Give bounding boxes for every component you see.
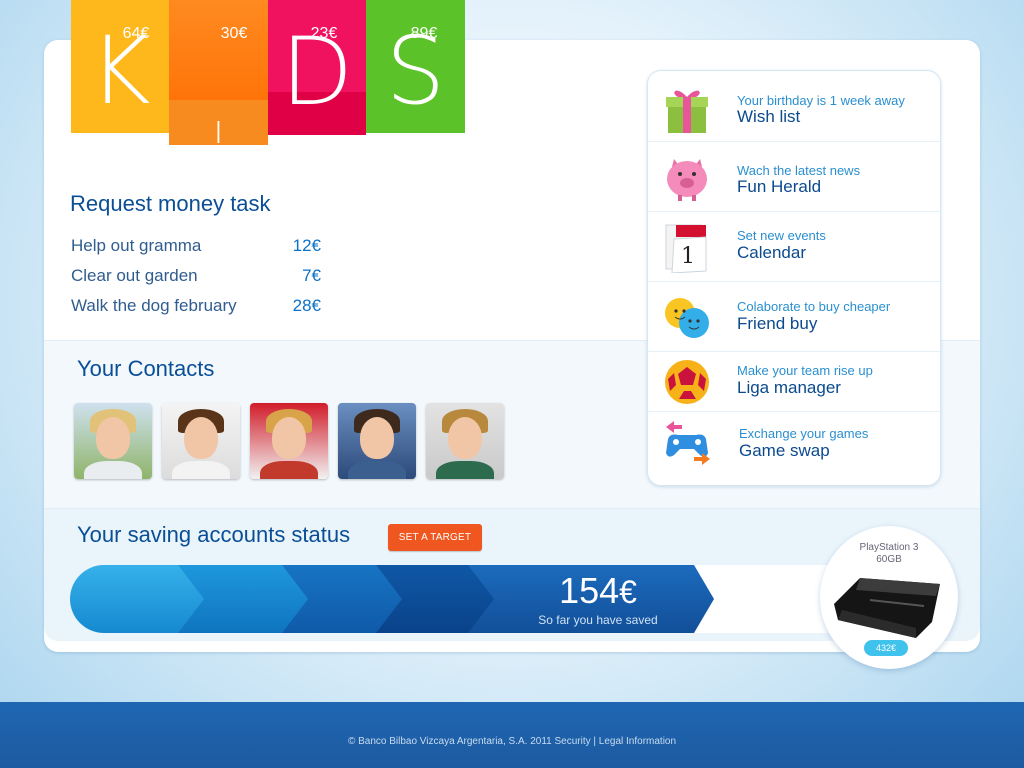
pig-icon	[667, 159, 707, 201]
saving-total-caption: So far you have saved	[538, 613, 658, 627]
sidebar-item-label: Calendar	[737, 243, 806, 262]
logo-letter-i: ı	[213, 107, 225, 145]
task-section-title: Request money task	[70, 191, 271, 216]
sidebar-item-friend-buy[interactable]: Colaborate to buy cheaper Friend buy	[648, 281, 940, 352]
saving-segment-1	[70, 565, 204, 633]
sidebar-item-subtitle: Wach the latest news	[737, 163, 861, 178]
saving-segment-label: 89€	[410, 25, 438, 42]
contact-avatar-3[interactable]	[250, 403, 328, 479]
sidebar-item-label: Game swap	[739, 441, 830, 460]
saving-total-amount: 154€	[500, 572, 696, 611]
saving-total-currency: €	[619, 574, 637, 610]
task-amount: 12€	[292, 236, 321, 255]
saving-segment-label: 30€	[220, 25, 248, 42]
sidebar-item-label: Friend buy	[737, 314, 818, 333]
product-target[interactable]: PlayStation 3 60GB 432€	[820, 526, 958, 669]
saving-segment-label: 64€	[122, 25, 150, 42]
task-amount: 7€	[302, 266, 321, 285]
sidebar-item-game-swap[interactable]: Exchange your games Game swap	[648, 411, 940, 485]
footer: © Banco Bilbao Vizcaya Argentaria, S.A. …	[0, 702, 1024, 768]
sidebar-item-label: Liga manager	[737, 378, 841, 397]
saving-title: Your saving accounts status	[77, 522, 351, 547]
contact-avatar-5[interactable]	[426, 403, 504, 479]
sidebar-item-wish-list[interactable]: Your birthday is 1 week away Wish list	[648, 71, 940, 142]
contact-avatar-1[interactable]	[74, 403, 152, 479]
task-name: Clear out garden	[71, 266, 198, 285]
task-name: Help out gramma	[71, 236, 202, 255]
product-price-badge: 432€	[864, 640, 908, 656]
gamepad-icon	[666, 421, 710, 465]
contact-avatar-2[interactable]	[162, 403, 240, 479]
footer-text[interactable]: © Banco Bilbao Vizcaya Argentaria, S.A. …	[0, 736, 1024, 747]
contacts-title: Your Contacts	[77, 356, 215, 381]
task-name: Walk the dog february	[71, 296, 237, 315]
saving-total-value: 154	[559, 570, 620, 611]
task-row[interactable]: Walk the dog february 28€	[71, 296, 321, 326]
sidebar-item-calendar[interactable]: 1 Set new events Calendar	[648, 211, 940, 282]
soccer-ball-icon	[665, 360, 709, 404]
saving-segment-label: 23€	[310, 25, 338, 42]
calendar-day: 1	[681, 244, 695, 269]
task-amount: 28€	[292, 296, 321, 315]
calendar-icon: 1	[665, 224, 707, 273]
sidebar-item-label: Fun Herald	[737, 177, 822, 196]
sidebar-item-subtitle: Exchange your games	[739, 426, 869, 441]
sidebar-item-subtitle: Make your team rise up	[737, 363, 873, 378]
contacts-list	[74, 403, 504, 479]
friends-icon	[665, 298, 709, 338]
sidebar-item-fun-herald[interactable]: Wach the latest news Fun Herald	[648, 141, 940, 212]
task-list: Help out gramma 12€ Clear out garden 7€ …	[71, 236, 321, 326]
sidebar-item-subtitle: Set new events	[737, 228, 826, 243]
sidebar: Your birthday is 1 week away Wish list W…	[647, 70, 941, 486]
sidebar-item-subtitle: Your birthday is 1 week away	[737, 93, 905, 108]
task-row[interactable]: Clear out garden 7€	[71, 266, 321, 296]
sidebar-item-label: Wish list	[737, 107, 801, 126]
set-target-button[interactable]: SET A TARGET	[388, 524, 482, 551]
gift-icon	[666, 90, 708, 133]
saving-total: 154€ So far you have saved	[500, 572, 696, 628]
sidebar-item-liga-manager[interactable]: Make your team rise up Liga manager	[648, 351, 940, 412]
contact-avatar-4[interactable]	[338, 403, 416, 479]
sidebar-item-subtitle: Colaborate to buy cheaper	[737, 299, 891, 314]
task-row[interactable]: Help out gramma 12€	[71, 236, 321, 266]
